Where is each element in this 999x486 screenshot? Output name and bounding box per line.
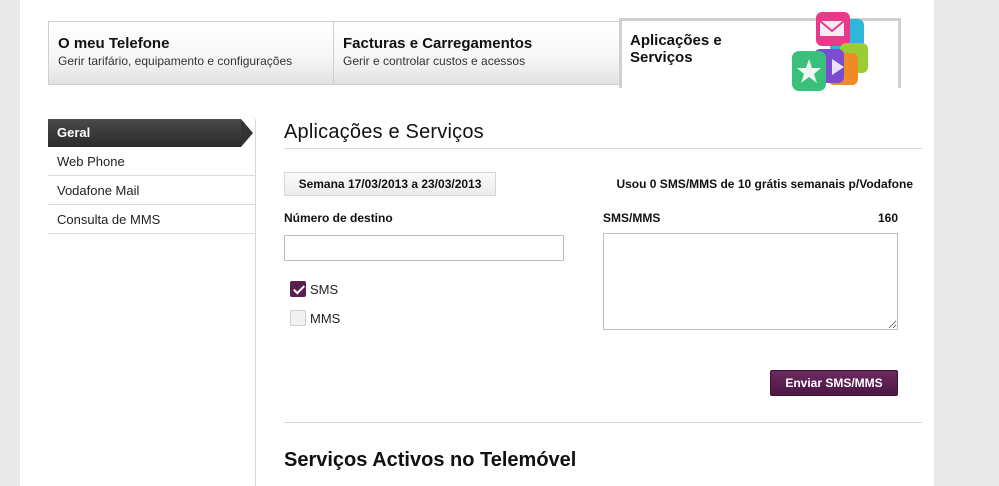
sidebar-item-geral[interactable]: Geral [48,119,253,147]
week-badge: Semana 17/03/2013 a 23/03/2013 [284,172,496,196]
sidebar-item-consulta-de-mms[interactable]: Consulta de MMS [48,205,255,234]
section-divider [284,422,922,423]
destination-number-input[interactable] [284,235,564,261]
usage-status: Usou 0 SMS/MMS de 10 grátis semanais p/V… [616,177,913,191]
tab-subtitle: Gerir tarifário, equipamento e configura… [58,54,293,68]
mms-checkbox-label: MMS [310,311,341,326]
main-content: Aplicações e Serviços Semana 17/03/2013 … [284,0,922,486]
character-counter: 160 [877,211,898,225]
message-textarea[interactable] [603,233,898,330]
sidebar-nav: Geral Web Phone Vodafone Mail Consulta d… [48,119,256,486]
mms-checkbox[interactable] [290,310,306,326]
sidebar-item-vodafone-mail[interactable]: Vodafone Mail [48,176,255,205]
tab-title: O meu Telefone [58,35,170,52]
destination-label: Número de destino [284,211,393,225]
active-services-heading: Serviços Activos no Telemóvel [284,449,577,471]
title-divider [284,148,922,149]
sms-checkbox-label: SMS [310,282,339,297]
message-label: SMS/MMS [603,211,661,225]
send-sms-mms-button[interactable]: Enviar SMS/MMS [770,370,898,396]
sms-checkbox[interactable] [290,281,306,297]
sidebar-item-web-phone[interactable]: Web Phone [48,147,255,176]
page-title: Aplicações e Serviços [284,121,484,143]
page-container: O meu Telefone Gerir tarifário, equipame… [20,0,934,486]
